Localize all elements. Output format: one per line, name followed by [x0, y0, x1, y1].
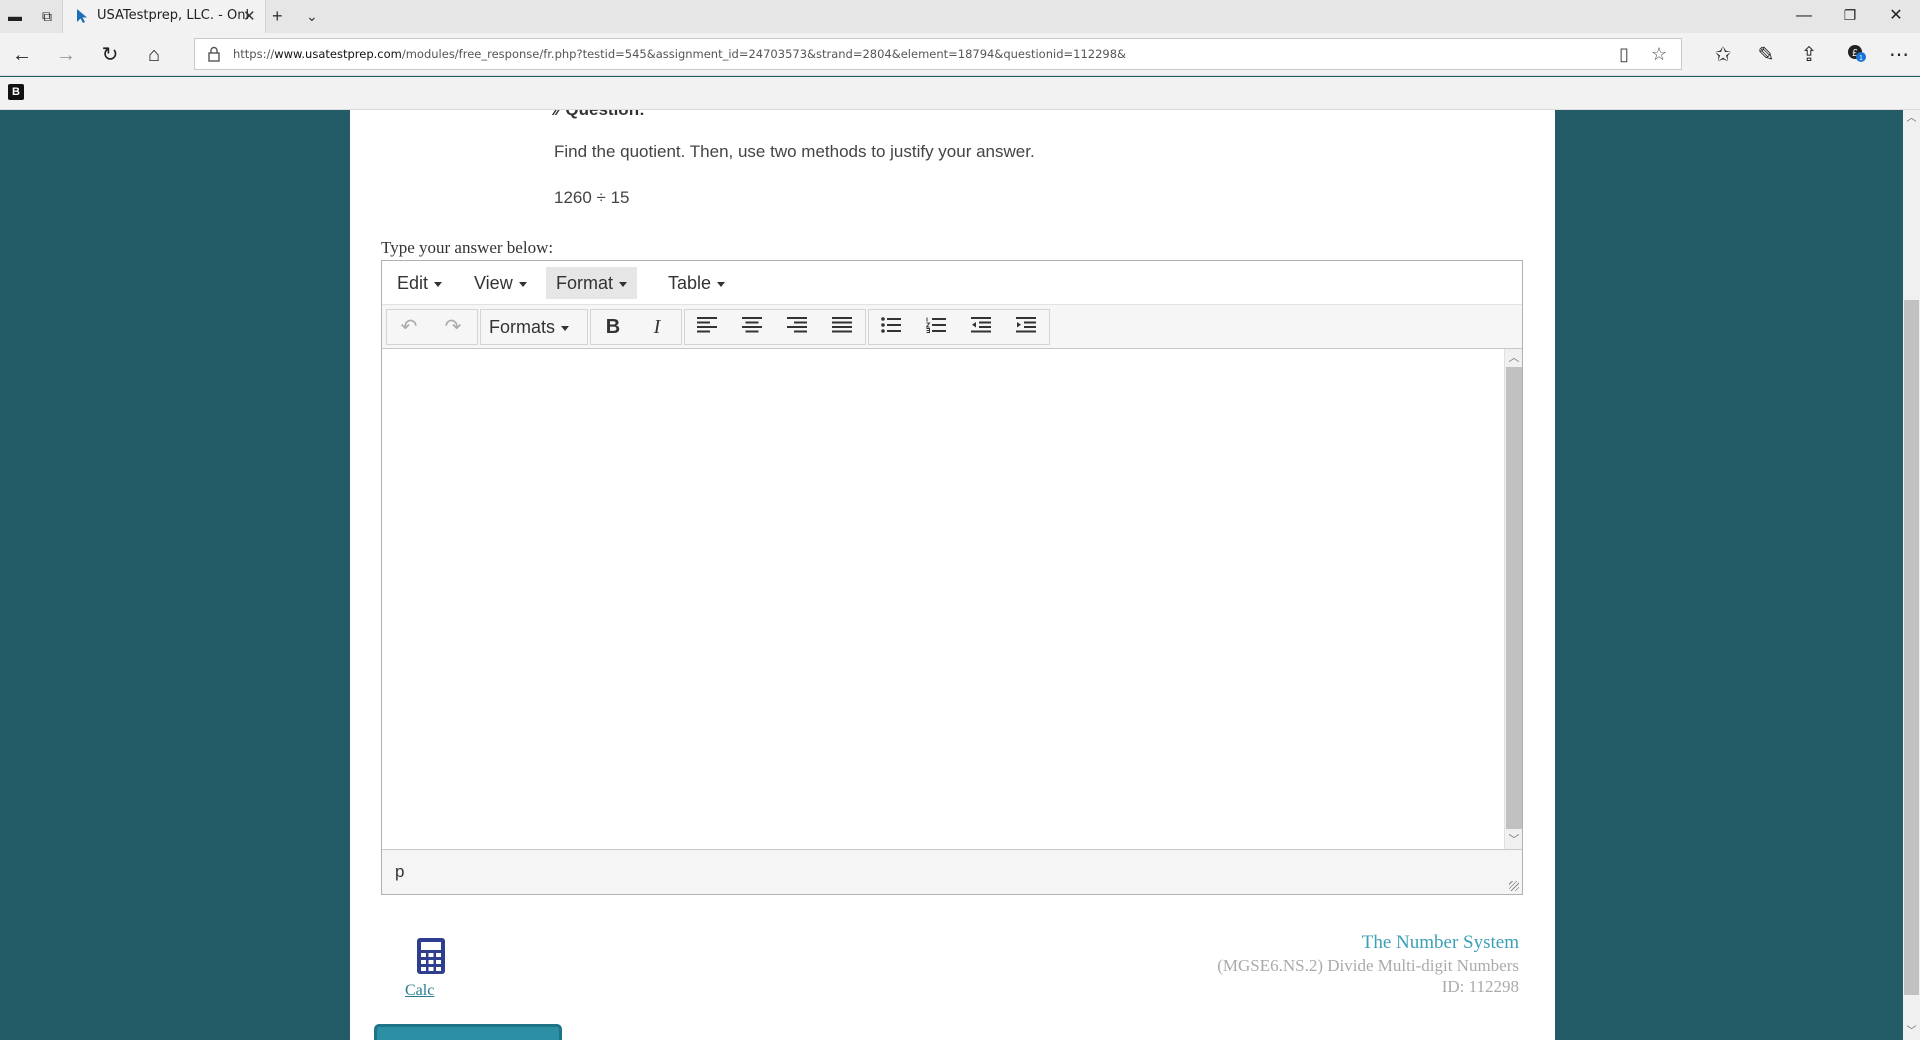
cursor-favicon-icon: [77, 9, 87, 23]
style-group: B I: [590, 309, 682, 345]
editor-scroll-thumb[interactable]: [1506, 367, 1522, 829]
refresh-icon[interactable]: ↻: [96, 41, 124, 69]
minimize-icon[interactable]: —: [1781, 0, 1827, 33]
bold-button[interactable]: B: [591, 310, 635, 344]
page-scroll-thumb[interactable]: [1904, 300, 1919, 995]
home-icon[interactable]: ⌂: [140, 41, 168, 69]
italic-button[interactable]: I: [635, 310, 679, 344]
restore-icon[interactable]: ❐: [1827, 0, 1873, 33]
formats-group: Formats: [480, 309, 588, 345]
scroll-up-icon[interactable]: ︿: [1903, 110, 1920, 127]
question-id: ID: 112298: [1441, 977, 1519, 996]
calc-link[interactable]: Calc: [405, 982, 434, 1000]
tab-bar: ▬ ⧉ USATestprep, LLC. - Onl ✕ + ⌄ — ❐ ✕: [0, 0, 1920, 33]
menu-format[interactable]: Format: [546, 267, 638, 299]
scroll-up-icon[interactable]: ︿: [1505, 349, 1523, 367]
content-panel: ⁄⁄ Question: Find the quotient. Then, us…: [350, 110, 1555, 1040]
numbered-list-icon[interactable]: [914, 310, 958, 344]
forward-arrow-icon[interactable]: →: [52, 41, 80, 69]
history-group: ↶ ↷: [386, 309, 478, 345]
question-heading: ⁄⁄ Question:: [555, 110, 645, 120]
favorites-bar: B: [0, 77, 1920, 110]
editor-statusbar: p: [382, 849, 1522, 894]
question-text: Find the quotient. Then, use two methods…: [554, 142, 1035, 161]
tab-list-chevron-icon[interactable]: ⌄: [306, 8, 318, 25]
address-bar[interactable]: https://www.usatestprep.com/modules/free…: [194, 38, 1682, 70]
share-icon[interactable]: ⇪: [1796, 42, 1822, 67]
bookmark-favicon-icon[interactable]: B: [8, 84, 24, 100]
tab-usatestprep[interactable]: USATestprep, LLC. - Onl ✕: [62, 0, 266, 33]
caret-down-icon: [561, 325, 570, 331]
calculator-icon[interactable]: [416, 937, 446, 980]
formats-dropdown[interactable]: Formats: [489, 310, 570, 344]
scroll-down-icon[interactable]: ﹀: [1903, 1023, 1920, 1040]
more-menu-icon[interactable]: ⋯: [1886, 42, 1912, 67]
submit-button[interactable]: [374, 1024, 562, 1040]
element-path[interactable]: p: [395, 862, 404, 882]
editor-toolbar: ↶ ↷ Formats B I: [382, 305, 1522, 349]
caret-down-icon: [434, 281, 443, 287]
standard-info: The Number System (MGSE6.NS.2) Divide Mu…: [1217, 932, 1519, 997]
redo-icon[interactable]: ↷: [431, 310, 475, 344]
reading-view-icon[interactable]: ▯: [1619, 44, 1629, 65]
menu-view[interactable]: View: [464, 267, 537, 299]
indent-icon[interactable]: [1004, 310, 1048, 344]
svg-text:1: 1: [1859, 55, 1863, 62]
menu-table[interactable]: Table: [658, 267, 735, 299]
extension-icon[interactable]: £1: [1843, 42, 1869, 68]
tab-title: USATestprep, LLC. - Onl: [97, 8, 250, 23]
editor-scrollbar[interactable]: ︿ ﹀: [1504, 349, 1522, 849]
align-right-icon[interactable]: [775, 310, 819, 344]
caret-down-icon: [717, 281, 726, 287]
favorites-hub-icon[interactable]: ✩: [1710, 42, 1736, 67]
resize-handle-icon[interactable]: [1509, 881, 1519, 891]
menu-edit[interactable]: Edit: [387, 267, 452, 299]
scroll-down-icon[interactable]: ﹀: [1505, 831, 1523, 849]
caret-down-icon: [518, 281, 527, 287]
undo-icon[interactable]: ↶: [387, 310, 431, 344]
align-justify-icon[interactable]: [820, 310, 864, 344]
align-left-icon[interactable]: [685, 310, 729, 344]
align-center-icon[interactable]: [730, 310, 774, 344]
tab-set-aside-icon[interactable]: ▬: [6, 8, 24, 24]
editor-menubar: Edit View Format Table: [382, 261, 1522, 305]
question-expression: 1260 ÷ 15: [554, 188, 630, 207]
close-window-icon[interactable]: ✕: [1873, 0, 1919, 33]
standard-element: (MGSE6.NS.2) Divide Multi-digit Numbers: [1217, 956, 1519, 975]
bullet-list-icon[interactable]: [869, 310, 913, 344]
tab-preview-icon[interactable]: ⧉: [38, 8, 56, 24]
page-scrollbar[interactable]: ︿ ﹀: [1903, 110, 1920, 1040]
answer-label: Type your answer below:: [381, 238, 554, 257]
back-arrow-icon[interactable]: ←: [8, 41, 36, 69]
favorite-star-icon[interactable]: ☆: [1651, 44, 1667, 65]
caret-down-icon: [619, 281, 628, 287]
rich-text-editor: Edit View Format Table ↶ ↷ Formats B I ︿…: [381, 260, 1523, 895]
list-group: [868, 309, 1050, 345]
navigation-bar: ← → ↻ ⌂ https://www.usatestprep.com/modu…: [0, 33, 1920, 76]
page-viewport: ⁄⁄ Question: Find the quotient. Then, us…: [0, 110, 1920, 1040]
lock-icon: [208, 46, 220, 62]
outdent-icon[interactable]: [959, 310, 1003, 344]
notes-pen-icon[interactable]: ✎: [1753, 42, 1779, 67]
new-tab-icon[interactable]: +: [272, 6, 283, 27]
strand-title: The Number System: [1361, 932, 1519, 953]
url-text[interactable]: https://www.usatestprep.com/modules/free…: [233, 47, 1126, 61]
answer-edit-area[interactable]: [382, 349, 1504, 849]
align-group: [684, 309, 866, 345]
close-tab-icon[interactable]: ✕: [243, 7, 256, 25]
